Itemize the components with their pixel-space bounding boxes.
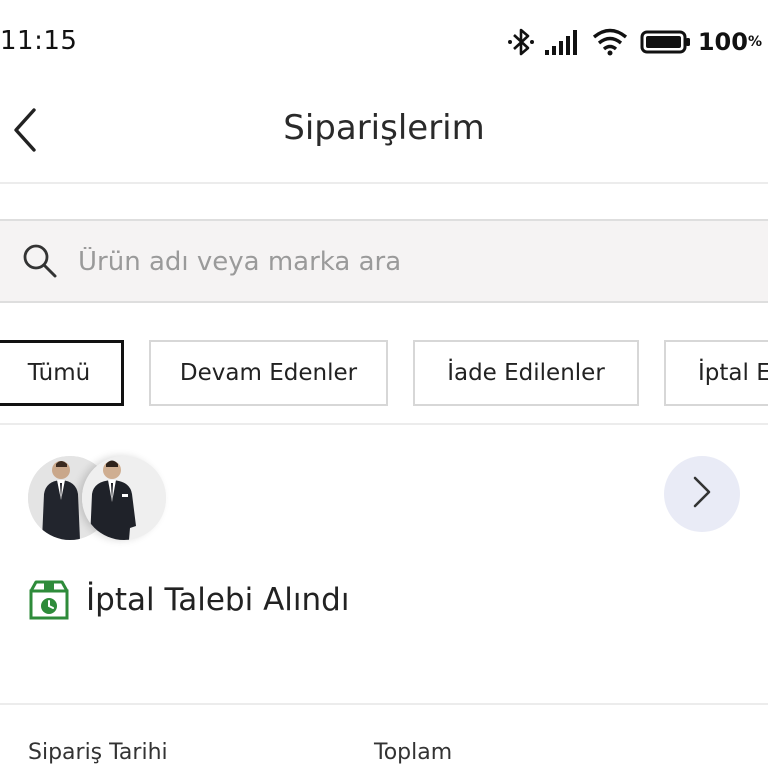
wifi-icon xyxy=(592,28,628,56)
search-input[interactable] xyxy=(78,239,738,285)
battery-icon xyxy=(640,29,692,55)
battery-percent: 100% xyxy=(697,28,762,56)
signal-icon xyxy=(544,28,582,56)
filter-chip-returned[interactable]: İade Edilenler xyxy=(413,340,639,406)
order-summary: Sipariş Tarihi Toplam xyxy=(0,740,768,768)
order-status: İptal Talebi Alındı xyxy=(28,578,349,622)
divider xyxy=(0,703,768,705)
order-filter-chips: Tümü Devam Edenler İade Edilenler İptal … xyxy=(0,340,768,408)
status-time: 11:15 xyxy=(0,26,78,56)
page-header: Siparişlerim xyxy=(0,84,768,184)
filter-chip-cancelled[interactable]: İptal E xyxy=(664,340,768,406)
search-bar xyxy=(0,219,768,303)
bluetooth-icon xyxy=(506,26,536,58)
filter-chip-in-progress[interactable]: Devam Edenler xyxy=(149,340,388,406)
box-clock-icon xyxy=(28,579,70,621)
page-title: Siparişlerim xyxy=(283,108,485,148)
filter-chip-all[interactable]: Tümü xyxy=(0,340,124,406)
order-status-text: İptal Talebi Alındı xyxy=(86,582,350,618)
order-date-label: Sipariş Tarihi xyxy=(28,740,168,765)
product-thumbnail xyxy=(82,456,166,540)
chevron-right-icon xyxy=(691,475,713,513)
status-bar: 11:15 100 % xyxy=(0,0,768,84)
search-icon xyxy=(22,243,58,283)
divider xyxy=(0,423,768,425)
order-product-images[interactable] xyxy=(28,456,166,542)
order-total-label: Toplam xyxy=(374,740,453,765)
order-detail-button[interactable] xyxy=(664,456,740,532)
status-icons: 100% xyxy=(506,22,762,62)
